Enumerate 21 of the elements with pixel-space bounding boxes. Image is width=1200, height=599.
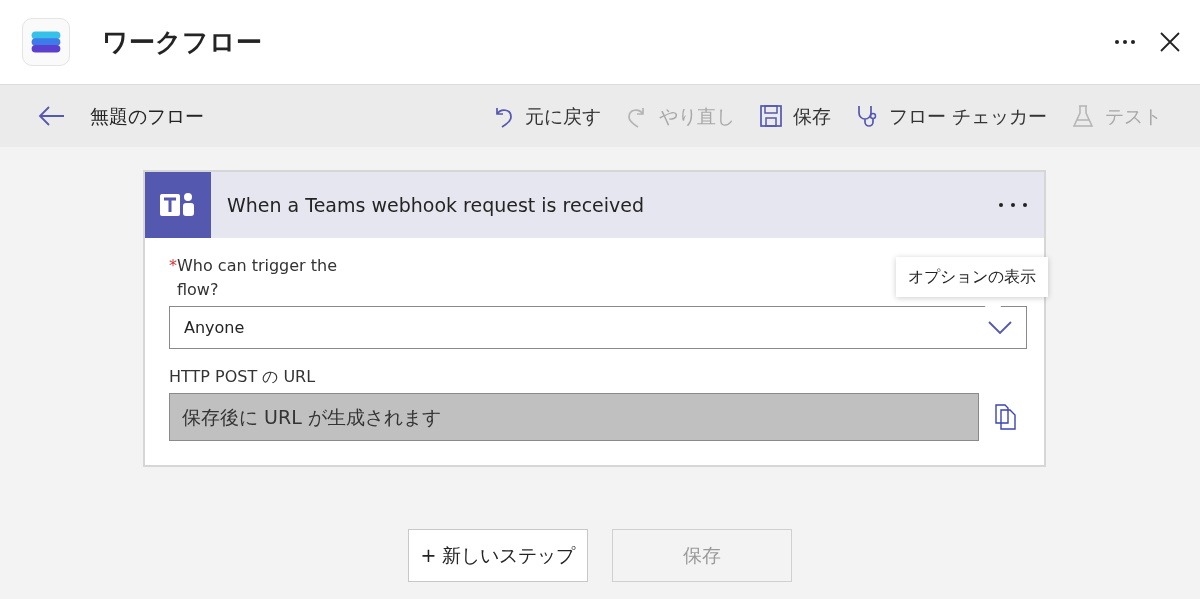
more-icon[interactable] [1114,39,1136,45]
flow-name: 無題のフロー [90,103,204,129]
new-step-button[interactable]: + 新しいステップ [408,529,588,582]
toolbar-button[interactable]: 元に戻す [482,101,609,131]
flask-icon [1071,104,1095,128]
app-logo-icon [22,18,70,66]
more-icon[interactable] [998,202,1028,208]
field-label: Who can trigger the flow? [177,255,339,301]
window-title: ワークフロー [102,25,262,59]
url-field: 保存後に URL が生成されます [169,393,979,441]
close-icon[interactable] [1160,32,1180,52]
field-label: HTTP POST の URL [169,366,316,388]
back-arrow-icon[interactable] [38,105,66,127]
copy-icon[interactable] [995,404,1017,430]
toolbar-button[interactable]: 保存 [750,101,839,131]
trigger-title: When a Teams webhook request is received [227,192,645,218]
tooltip: オプションの表示 [896,257,1048,297]
save-icon [758,104,783,128]
chevron-down-icon[interactable] [988,320,1012,335]
toolbar-button[interactable]: フロー チェッカー [846,101,1055,131]
required-asterisk: * [169,255,177,277]
